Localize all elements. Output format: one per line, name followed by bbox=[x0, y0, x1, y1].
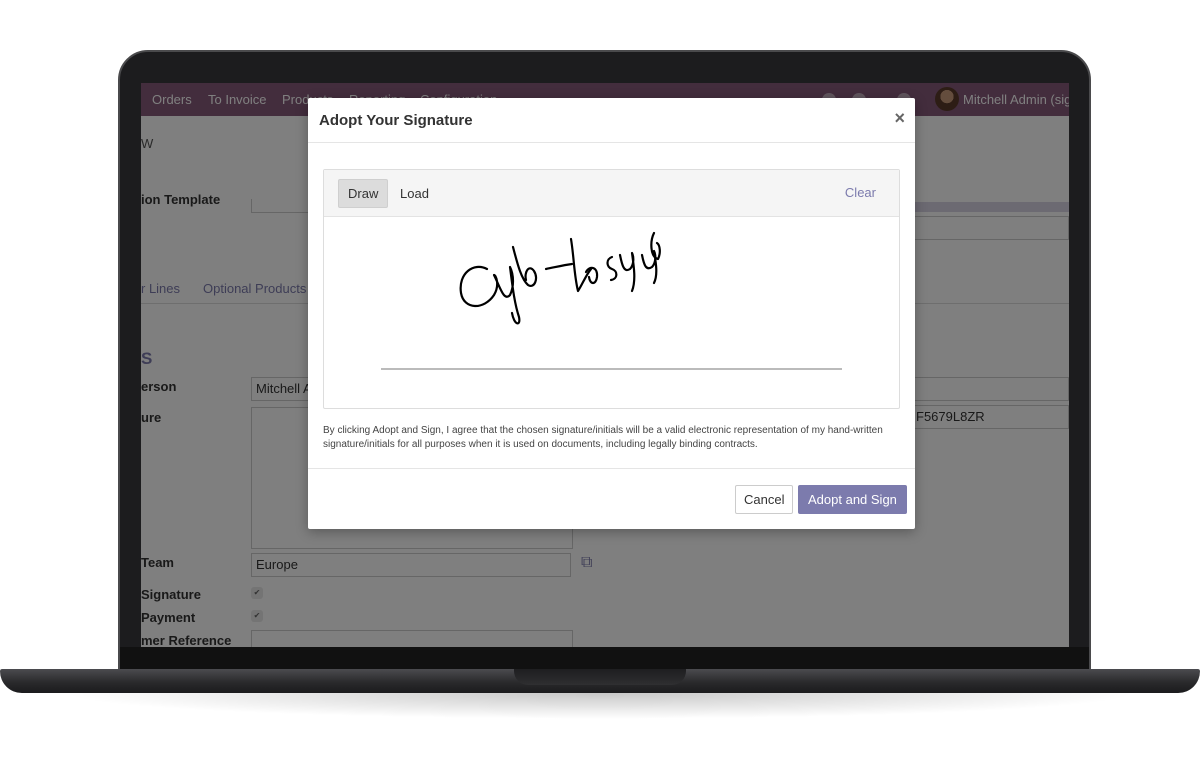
laptop-notch bbox=[514, 669, 686, 685]
load-tab[interactable]: Load bbox=[391, 179, 438, 208]
signature-panel: Draw Load Clear bbox=[323, 169, 900, 409]
signature-drawing bbox=[381, 231, 842, 370]
modal-footer: Cancel Adopt and Sign bbox=[308, 468, 915, 529]
legal-notice: By clicking Adopt and Sign, I agree that… bbox=[323, 425, 883, 450]
signature-toolbar: Draw Load Clear bbox=[324, 170, 899, 217]
clear-button[interactable]: Clear bbox=[845, 185, 876, 200]
draw-tab[interactable]: Draw bbox=[338, 179, 389, 208]
laptop-bezel bbox=[120, 647, 1089, 669]
adopt-and-sign-button[interactable]: Adopt and Sign bbox=[798, 485, 907, 514]
laptop-shadow bbox=[60, 693, 1140, 719]
cancel-button[interactable]: Cancel bbox=[735, 485, 794, 514]
close-icon[interactable]: × bbox=[894, 108, 905, 129]
modal-header: Adopt Your Signature × bbox=[308, 98, 915, 143]
adopt-signature-dialog: Adopt Your Signature × Draw Load Clear B… bbox=[308, 98, 915, 529]
modal-title: Adopt Your Signature bbox=[319, 112, 473, 129]
signature-canvas[interactable] bbox=[324, 217, 899, 408]
